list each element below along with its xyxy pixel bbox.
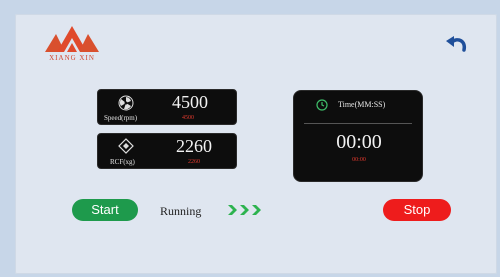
- back-button[interactable]: [443, 34, 469, 58]
- speed-value: 4500: [172, 92, 208, 112]
- speed-label: Speed(rpm): [104, 114, 138, 122]
- rcf-label: RCF(xg): [110, 158, 135, 166]
- start-button[interactable]: Start: [72, 199, 138, 221]
- triple-chevron-icon: [228, 205, 261, 215]
- speed-panel[interactable]: Speed(rpm) 4500 4500: [97, 89, 237, 125]
- brand-logo: XIANG XIN: [37, 24, 107, 64]
- undo-arrow-icon: [446, 36, 467, 52]
- status-text: Running: [160, 204, 202, 218]
- time-setpoint: 00:00: [352, 157, 366, 163]
- brand-name: XIANG XIN: [49, 54, 95, 62]
- time-divider: [304, 123, 412, 124]
- fan-icon: [118, 95, 134, 111]
- rcf-panel[interactable]: RCF(xg) 2260 2260: [97, 133, 237, 169]
- rcf-setpoint: 2260: [188, 159, 200, 165]
- time-label: Time(MM:SS): [338, 100, 386, 109]
- stop-button[interactable]: Stop: [383, 199, 451, 221]
- logo-mark-icon: [45, 26, 99, 52]
- time-panel[interactable]: Time(MM:SS) 00:00 00:00: [293, 90, 423, 182]
- rcf-value: 2260: [176, 136, 212, 156]
- speed-setpoint: 4500: [182, 115, 194, 121]
- timer-icon: [316, 99, 328, 111]
- main-screen: XIANG XIN Speed(rpm) 4500 4500 RCF(xg) 2…: [15, 14, 497, 274]
- time-value: 00:00: [336, 131, 382, 153]
- rcf-diamond-icon: [118, 138, 134, 154]
